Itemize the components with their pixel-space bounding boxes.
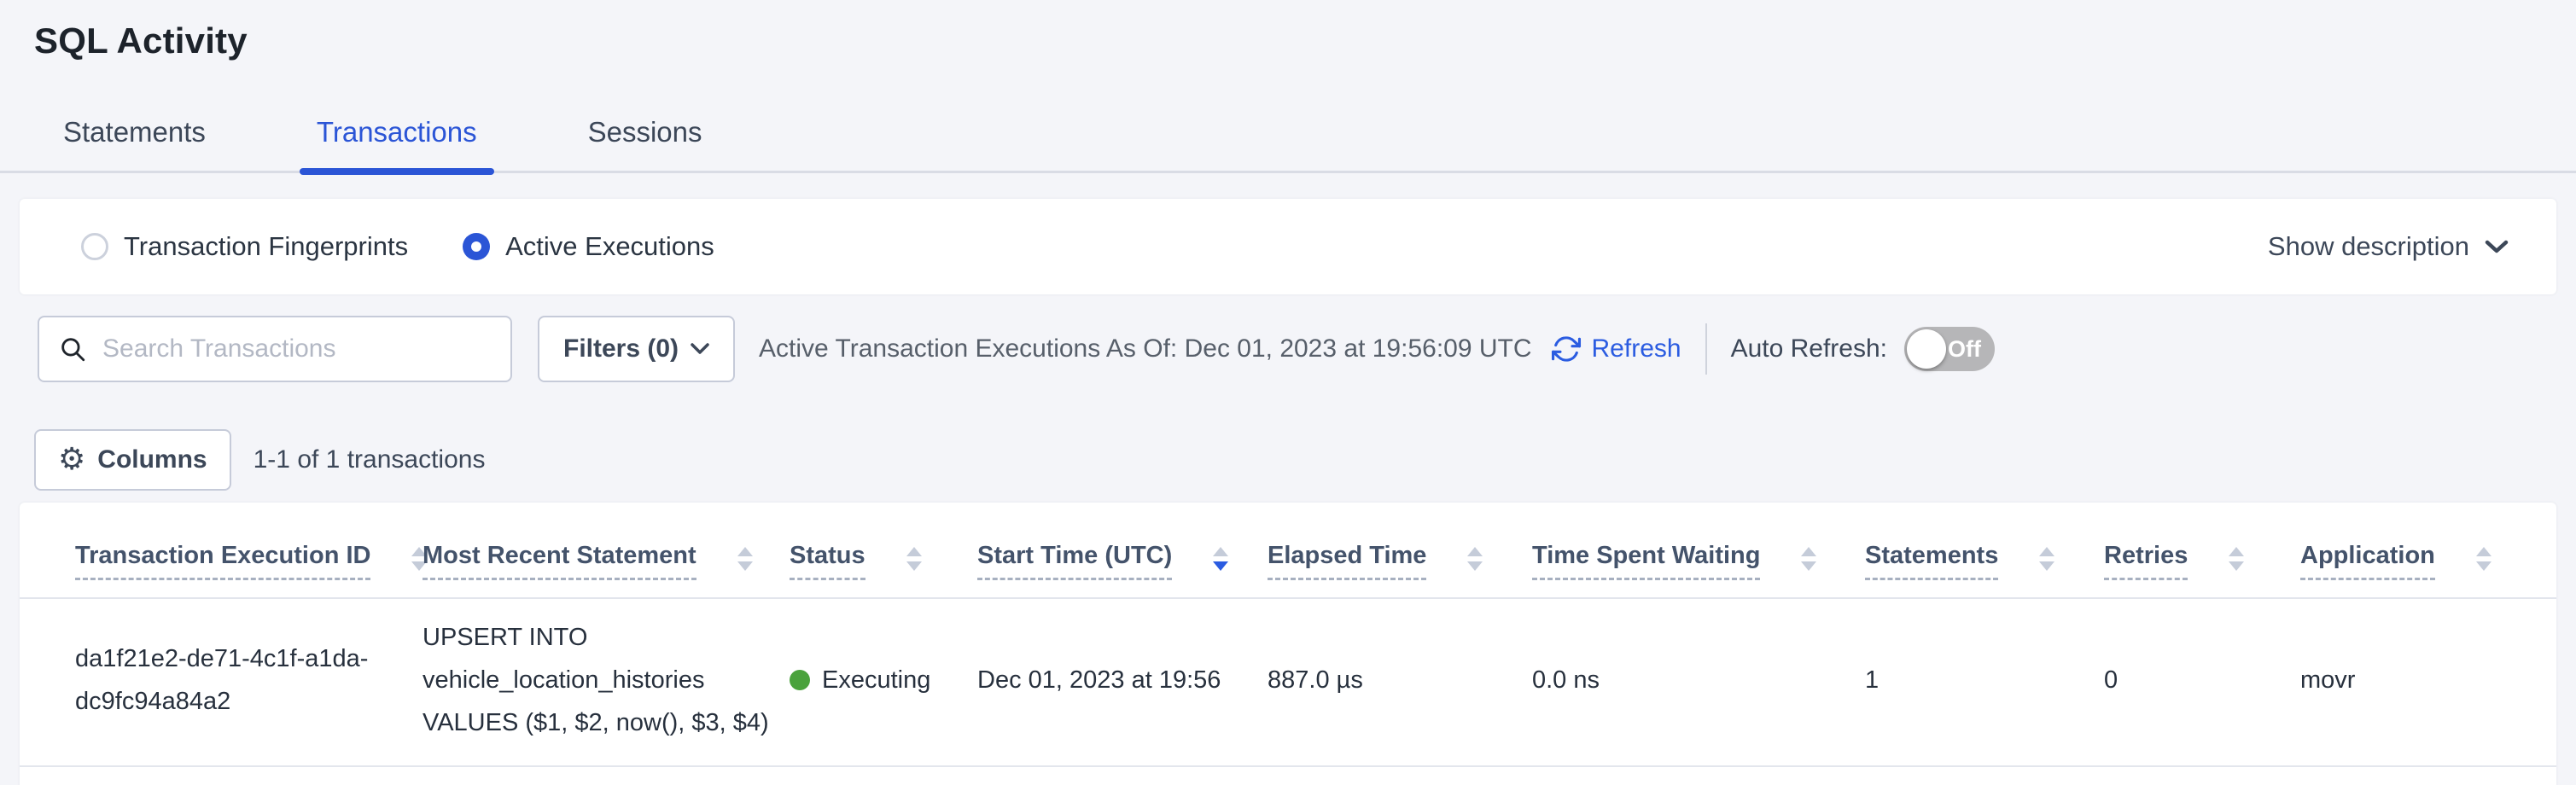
refresh-button[interactable]: Refresh <box>1551 334 1681 364</box>
cell-retries: 0 <box>2104 598 2300 766</box>
view-mode-radio-group: Transaction Fingerprints Active Executio… <box>81 231 714 262</box>
show-description-button[interactable]: Show description <box>2268 231 2509 262</box>
show-description-label: Show description <box>2268 231 2469 262</box>
table-header-row: Transaction Execution ID Most Recent Sta… <box>20 503 2556 598</box>
search-box[interactable] <box>38 316 512 382</box>
auto-refresh-label: Auto Refresh: <box>1731 334 1887 363</box>
column-header-transaction-execution-id[interactable]: Transaction Execution ID <box>20 503 423 598</box>
search-icon <box>58 334 87 363</box>
sort-arrows-icon-active-desc[interactable] <box>1211 545 1230 573</box>
gear-icon: ⚙ <box>58 445 85 475</box>
radio-label: Active Executions <box>505 231 714 262</box>
search-input[interactable] <box>102 334 493 363</box>
toggle-knob[interactable] <box>1907 329 1946 369</box>
columns-button[interactable]: ⚙ Columns <box>34 429 231 491</box>
cell-elapsed-time: 887.0 µs <box>1268 598 1532 766</box>
radio-label: Transaction Fingerprints <box>124 231 408 262</box>
status-executing-icon <box>790 670 810 690</box>
cell-time-spent-waiting: 0.0 ns <box>1532 598 1865 766</box>
sort-arrows-icon[interactable] <box>2037 545 2056 573</box>
cell-start-time: Dec 01, 2023 at 19:56 <box>977 598 1268 766</box>
transactions-table: Transaction Execution ID Most Recent Sta… <box>20 503 2556 767</box>
auto-refresh-toggle[interactable]: Off <box>1904 327 1995 371</box>
radio-transaction-fingerprints[interactable]: Transaction Fingerprints <box>81 231 408 262</box>
chevron-down-icon <box>691 343 709 355</box>
view-options-card: Transaction Fingerprints Active Executio… <box>20 199 2556 294</box>
radio-active-executions[interactable]: Active Executions <box>463 231 714 262</box>
cell-most-recent-statement[interactable]: UPSERT INTO vehicle_location_histories V… <box>423 598 790 766</box>
toggle-state-label: Off <box>1948 336 1981 363</box>
column-header-status[interactable]: Status <box>790 503 977 598</box>
column-header-most-recent-statement[interactable]: Most Recent Statement <box>423 503 790 598</box>
radio-checked-icon[interactable] <box>463 233 490 260</box>
table-row[interactable]: da1f21e2-de71-4c1f-a1da-dc9fc94a84a2 UPS… <box>20 598 2556 766</box>
sort-arrows-icon[interactable] <box>2474 545 2493 573</box>
cell-transaction-execution-id[interactable]: da1f21e2-de71-4c1f-a1da-dc9fc94a84a2 <box>20 598 423 766</box>
as-of-timestamp: Active Transaction Executions As Of: Dec… <box>759 334 1531 363</box>
column-header-elapsed-time[interactable]: Elapsed Time <box>1268 503 1532 598</box>
refresh-label: Refresh <box>1592 334 1681 363</box>
column-header-start-time[interactable]: Start Time (UTC) <box>977 503 1268 598</box>
table-controls: ⚙ Columns 1-1 of 1 transactions <box>34 429 2576 491</box>
filters-button[interactable]: Filters (0) <box>538 316 735 382</box>
radio-unchecked-icon[interactable] <box>81 233 108 260</box>
toolbar-divider <box>1705 323 1707 375</box>
page-title: SQL Activity <box>34 20 2576 61</box>
cell-application: movr <box>2300 598 2556 766</box>
result-count: 1-1 of 1 transactions <box>254 445 486 474</box>
transactions-table-card: Transaction Execution ID Most Recent Sta… <box>20 503 2556 785</box>
tab-statements[interactable]: Statements <box>48 116 221 171</box>
toolbar: Filters (0) Active Transaction Execution… <box>38 315 2576 383</box>
column-header-application[interactable]: Application <box>2300 503 2556 598</box>
sort-arrows-icon[interactable] <box>1799 545 1818 573</box>
refresh-icon <box>1551 334 1582 364</box>
sort-arrows-icon[interactable] <box>736 545 755 573</box>
column-header-retries[interactable]: Retries <box>2104 503 2300 598</box>
filters-label: Filters (0) <box>563 334 679 363</box>
chevron-down-icon <box>2485 240 2509 254</box>
sql-activity-page: SQL Activity Statements Transactions Ses… <box>0 0 2576 785</box>
status-label: Executing <box>822 659 930 701</box>
sort-arrows-icon[interactable] <box>905 545 924 573</box>
tab-transactions[interactable]: Transactions <box>301 116 492 171</box>
columns-label: Columns <box>97 445 207 474</box>
tab-bar: Statements Transactions Sessions <box>0 116 2576 173</box>
tab-sessions[interactable]: Sessions <box>573 116 718 171</box>
column-header-time-spent-waiting[interactable]: Time Spent Waiting <box>1532 503 1865 598</box>
sort-arrows-icon[interactable] <box>1466 545 1484 573</box>
column-header-statements[interactable]: Statements <box>1865 503 2104 598</box>
cell-status: Executing <box>790 598 977 766</box>
cell-statements: 1 <box>1865 598 2104 766</box>
sort-arrows-icon[interactable] <box>2227 545 2246 573</box>
